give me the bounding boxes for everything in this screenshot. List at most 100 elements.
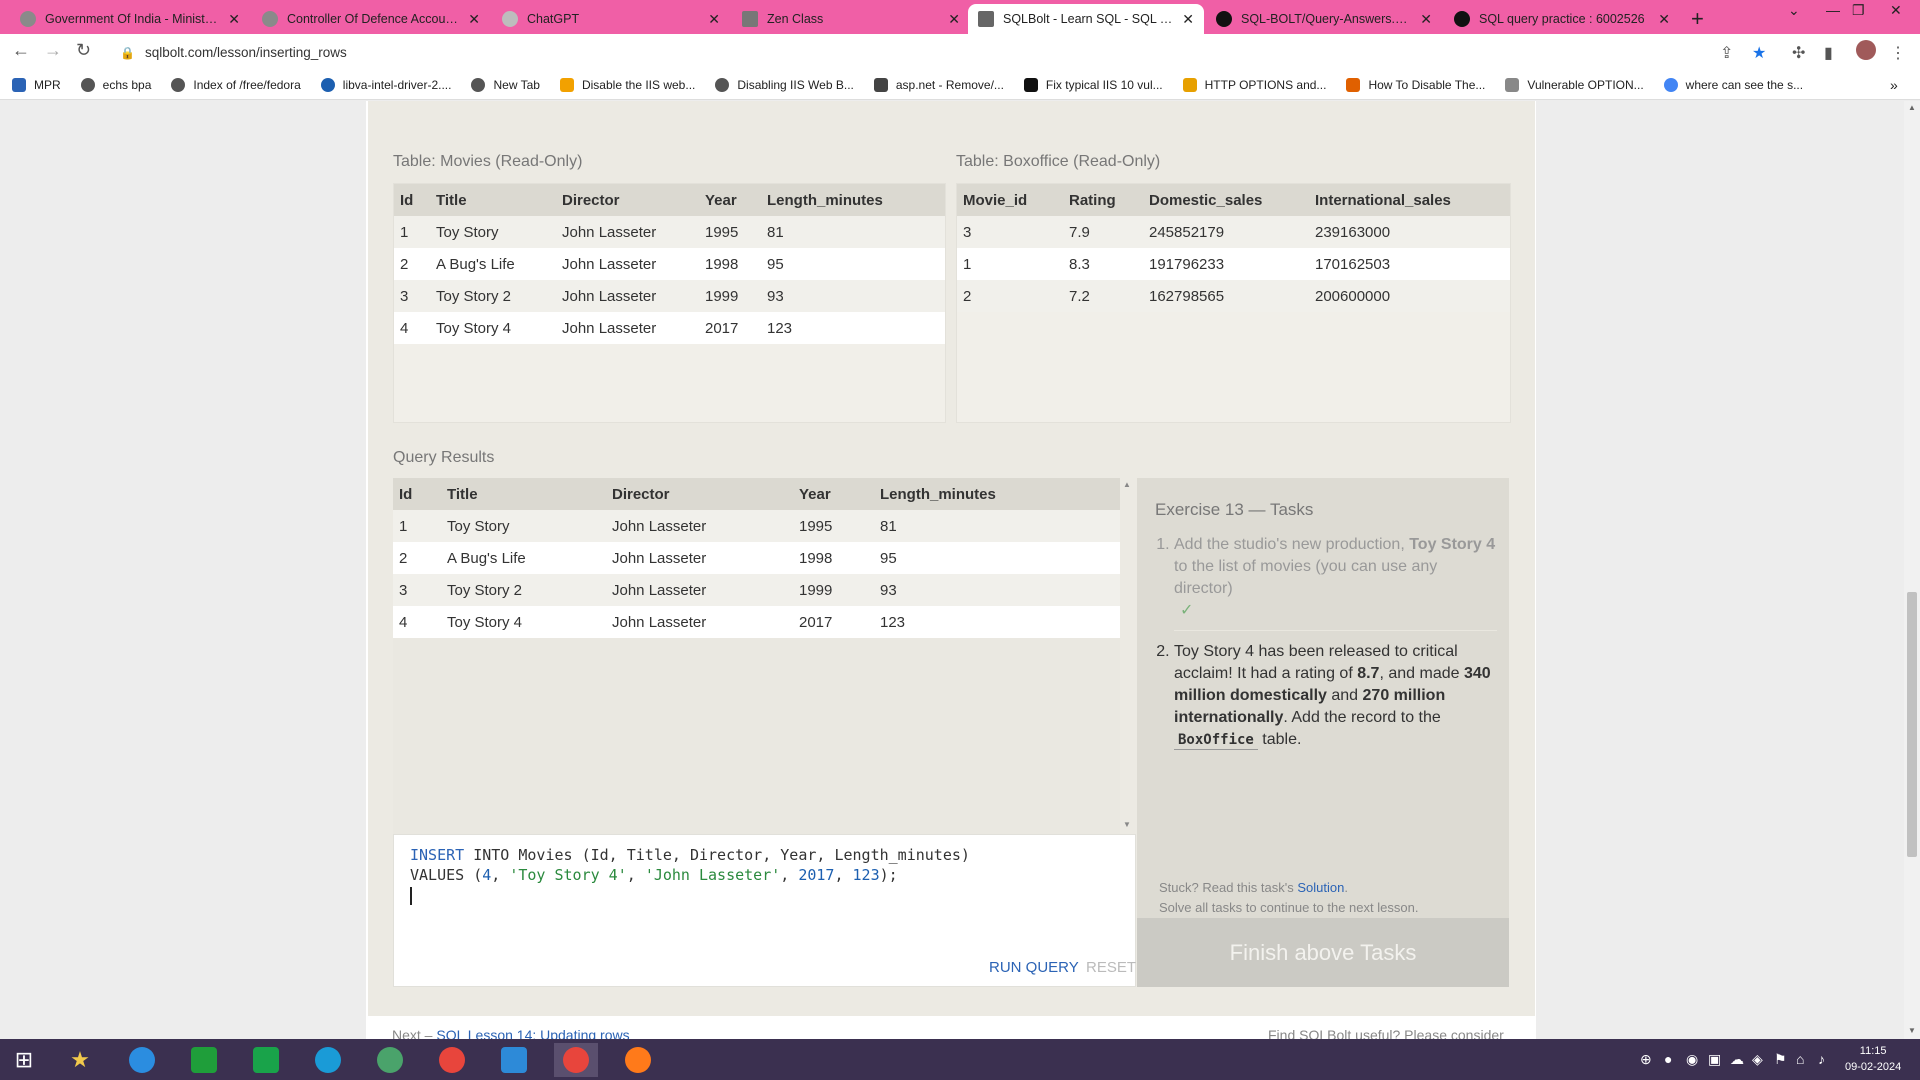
minimize-icon[interactable]: — xyxy=(1826,2,1840,18)
chrome-icon xyxy=(439,1047,465,1073)
share-icon[interactable]: ⇪ xyxy=(1720,43,1733,63)
onedrive-icon[interactable]: ☁ xyxy=(1730,1051,1744,1068)
page-icon xyxy=(742,11,758,27)
close-icon[interactable]: ✕ xyxy=(948,11,960,28)
bookmark-item[interactable]: New Tab xyxy=(471,77,540,92)
taskbar-app[interactable] xyxy=(244,1043,288,1077)
app-tray-icon[interactable]: ▣ xyxy=(1708,1051,1721,1068)
browser-tab[interactable]: Government Of India - Ministry o ✕ xyxy=(10,4,250,34)
reset-button[interactable]: RESET xyxy=(1086,959,1136,976)
taskbar-app[interactable] xyxy=(120,1043,164,1077)
page-scrollbar[interactable]: ▲ ▼ xyxy=(1904,101,1920,1039)
taskbar-app[interactable] xyxy=(182,1043,226,1077)
bookmark-item[interactable]: asp.net - Remove/... xyxy=(873,77,1004,92)
bookmark-item[interactable]: How To Disable The... xyxy=(1346,77,1485,92)
scroll-down-icon[interactable]: ▼ xyxy=(1908,1026,1916,1035)
task-emphasis: Toy Story 4 xyxy=(1409,536,1496,553)
tab-strip: Government Of India - Ministry o ✕ Contr… xyxy=(0,0,1920,34)
reload-icon[interactable]: ↻ xyxy=(76,40,91,61)
bookmark-item[interactable]: Index of /free/fedora xyxy=(171,77,301,92)
task-emphasis: 8.7 xyxy=(1357,665,1380,682)
boxoffice-table: Movie_id Rating Domestic_sales Internati… xyxy=(956,183,1511,423)
bookmark-item[interactable]: where can see the s... xyxy=(1663,77,1803,92)
taskbar-app[interactable] xyxy=(616,1043,660,1077)
sql-editor[interactable]: INSERT INTO Movies (Id, Title, Director,… xyxy=(393,834,1136,987)
sql-code[interactable]: INSERT INTO Movies (Id, Title, Director,… xyxy=(410,845,970,905)
close-icon[interactable]: ✕ xyxy=(1658,11,1670,28)
bookmark-item[interactable]: echs bpa xyxy=(80,77,151,92)
bookmark-star-icon[interactable]: ★ xyxy=(1752,43,1766,63)
start-button[interactable]: ⊞ xyxy=(2,1043,46,1077)
taskbar-app[interactable] xyxy=(430,1043,474,1077)
bookmark-item[interactable]: MPR xyxy=(12,77,61,92)
browser-tab-active[interactable]: SQLBolt - Learn SQL - SQL Lesso ✕ xyxy=(968,4,1204,34)
page-viewport: Table: Movies (Read-Only) Id Title Direc… xyxy=(0,101,1904,1039)
scroll-up-icon[interactable]: ▲ xyxy=(1908,103,1916,112)
column-header: Rating xyxy=(1063,184,1143,216)
volume-icon[interactable]: ♪ xyxy=(1818,1051,1825,1067)
close-window-icon[interactable]: ✕ xyxy=(1890,2,1902,19)
run-query-button[interactable]: RUN QUERY xyxy=(989,959,1079,976)
taskbar-app[interactable] xyxy=(492,1043,536,1077)
bookmark-item[interactable]: Disabling IIS Web B... xyxy=(715,77,854,92)
scrollbar-thumb[interactable] xyxy=(1907,592,1917,857)
table-cell: Toy Story 2 xyxy=(441,574,606,606)
taskbar-app[interactable]: ★ xyxy=(58,1043,102,1077)
taskbar-app-active[interactable] xyxy=(554,1043,598,1077)
browser-tab[interactable]: SQL-BOLT/Query-Answers.sql at ✕ xyxy=(1206,4,1442,34)
table-cell: Toy Story 4 xyxy=(441,606,606,638)
security-icon[interactable]: ◈ xyxy=(1752,1051,1763,1068)
bookmark-item[interactable]: libva-intel-driver-2.... xyxy=(320,77,451,92)
avatar[interactable] xyxy=(1856,40,1876,60)
chrome-tray-icon[interactable]: ● xyxy=(1664,1051,1672,1067)
browser-tab[interactable]: SQL query practice : 6002526 ✕ xyxy=(1444,4,1680,34)
taskbar-app[interactable] xyxy=(306,1043,350,1077)
table-cell: 123 xyxy=(761,312,945,344)
back-icon[interactable]: ← xyxy=(12,40,30,61)
browser-tab[interactable]: ChatGPT ✕ xyxy=(492,4,730,34)
flag-icon[interactable]: ⚑ xyxy=(1774,1051,1787,1068)
bookmark-item[interactable]: Vulnerable OPTION... xyxy=(1505,77,1644,92)
bookmark-icon xyxy=(1505,77,1520,92)
forward-icon[interactable]: → xyxy=(44,40,62,61)
solution-link[interactable]: Solution xyxy=(1297,880,1344,895)
close-icon[interactable]: ✕ xyxy=(708,11,720,28)
tab-search-icon[interactable]: ⌄ xyxy=(1788,2,1800,19)
extensions-icon[interactable]: ✣ xyxy=(1792,43,1805,63)
scroll-down-icon[interactable]: ▼ xyxy=(1123,820,1131,829)
results-scrollbar[interactable]: ▲ ▼ xyxy=(1120,478,1134,834)
task-text: table. xyxy=(1257,731,1302,748)
more-bookmarks-icon[interactable]: » xyxy=(1890,77,1898,93)
address-bar[interactable]: 🔒 sqlbolt.com/lesson/inserting_rows xyxy=(110,39,1770,66)
wifi-icon[interactable]: ⌂ xyxy=(1796,1051,1804,1067)
sidepanel-icon[interactable]: ▮ xyxy=(1824,43,1833,63)
edge-icon xyxy=(315,1047,341,1073)
sql-text: , xyxy=(834,866,853,884)
browser-tab[interactable]: Controller Of Defence Accounts ✕ xyxy=(252,4,490,34)
taskbar-app[interactable] xyxy=(368,1043,412,1077)
close-icon[interactable]: ✕ xyxy=(468,11,480,28)
tab-title: Government Of India - Ministry o xyxy=(45,12,221,26)
close-icon[interactable]: ✕ xyxy=(1420,11,1432,28)
tab-title: Zen Class xyxy=(767,12,824,26)
next-lesson-link[interactable]: SQL Lesson 14: Updating rows xyxy=(436,1027,629,1039)
browser-tab[interactable]: Zen Class ✕ xyxy=(732,4,970,34)
bookmark-icon xyxy=(873,77,888,92)
telegram-icon[interactable]: ◉ xyxy=(1686,1051,1698,1068)
sql-text: INTO Movies (Id, Title, Director, Year, … xyxy=(464,846,970,864)
bookmark-item[interactable]: Disable the IIS web... xyxy=(559,77,695,92)
scroll-up-icon[interactable]: ▲ xyxy=(1123,480,1131,489)
search-icon xyxy=(320,77,335,92)
menu-icon[interactable]: ⋮ xyxy=(1890,43,1906,63)
restore-icon[interactable]: ❐ xyxy=(1852,2,1865,19)
bookmark-item[interactable]: HTTP OPTIONS and... xyxy=(1182,77,1326,92)
checkmark-icon: ✓ xyxy=(1180,602,1194,619)
network-globe-icon[interactable]: ⊕ xyxy=(1640,1051,1652,1068)
finish-tasks-button[interactable]: Finish above Tasks xyxy=(1137,918,1509,987)
google-icon xyxy=(1663,77,1678,92)
new-tab-button[interactable]: + xyxy=(1691,6,1704,32)
close-icon[interactable]: ✕ xyxy=(1182,11,1194,28)
system-clock[interactable]: 11:15 09-02-2024 xyxy=(1845,1043,1901,1075)
close-icon[interactable]: ✕ xyxy=(228,11,240,28)
bookmark-item[interactable]: Fix typical IIS 10 vul... xyxy=(1023,77,1163,92)
